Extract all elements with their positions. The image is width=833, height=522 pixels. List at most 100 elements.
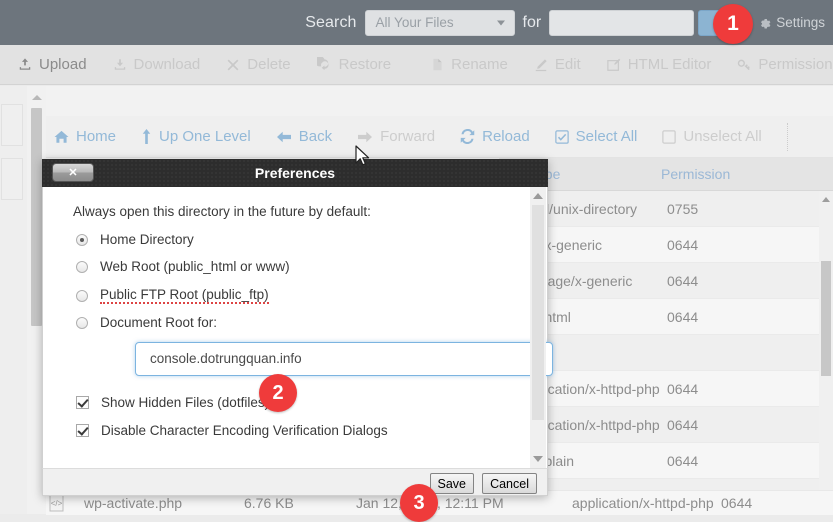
table-scroll-up-icon[interactable] (822, 197, 830, 202)
html-editor-label: HTML Editor (628, 56, 712, 73)
nav-back-label: Back (299, 128, 332, 145)
checkbox-show-hidden-files[interactable]: Show Hidden Files (dotfiles) (76, 395, 269, 410)
nav-select-all-label: Select All (576, 128, 638, 145)
restore-button[interactable]: Restore (317, 56, 392, 73)
settings-label: Settings (776, 15, 825, 30)
cell-permission: 0755 (667, 201, 698, 217)
file-list-table: Type Permission httpd/unix-directory0755… (499, 158, 833, 514)
dialog-title-bar[interactable]: ✕ Preferences (42, 159, 548, 187)
document-root-value: console.dotrungquan.info (150, 351, 302, 366)
table-row[interactable]: application/x-httpd-php0644 (499, 407, 833, 443)
php-file-icon: </> (49, 493, 67, 513)
nav-unselect-all[interactable]: Unselect All (662, 128, 761, 145)
dialog-footer: Save Cancel (42, 468, 548, 496)
cell-type: application/x-httpd-php (572, 495, 714, 511)
radio-document-root[interactable]: Document Root for: (76, 315, 217, 330)
chevron-down-icon (497, 20, 505, 25)
scroll-up-icon[interactable] (32, 95, 42, 100)
search-scope-value: All Your Files (376, 15, 454, 30)
search-input[interactable] (549, 10, 694, 36)
document-root-select[interactable]: console.dotrungquan.info (135, 342, 553, 376)
rename-button[interactable]: Rename (431, 56, 508, 73)
nav-back[interactable]: Back (276, 128, 332, 145)
upload-button[interactable]: Upload (18, 56, 87, 73)
radio-empty-icon[interactable] (76, 317, 88, 329)
gutter-box-2 (1, 158, 23, 200)
table-row[interactable]: httpd/unix-directory0755 (499, 191, 833, 227)
file-size: 6.76 KB (244, 495, 294, 511)
download-label: Download (134, 56, 201, 73)
restore-label: Restore (339, 56, 392, 73)
nav-up-one-level[interactable]: Up One Level (141, 128, 251, 145)
top-search-bar: Search All Your Files for Go Settings (0, 0, 833, 45)
nav-forward[interactable]: Forward (357, 128, 435, 145)
nav-unselect-all-label: Unselect All (683, 128, 761, 145)
download-button[interactable]: Download (113, 56, 201, 73)
column-header-permission[interactable]: Permission (661, 166, 730, 182)
radio-home-directory[interactable]: Home Directory (76, 232, 194, 247)
last-row-right-cells: application/x-httpd-php 0644 (553, 490, 833, 515)
radio-public-ftp-root-label: Public FTP Root (public_ftp) (100, 287, 269, 304)
permissions-button[interactable]: Permissions (737, 56, 833, 73)
table-row[interactable]: text/html0644 (499, 299, 833, 335)
table-row[interactable]: package/x-generic0644 (499, 263, 833, 299)
checkbox-disable-encoding-dialogs-label: Disable Character Encoding Verification … (101, 423, 388, 438)
mouse-cursor-icon (355, 145, 371, 169)
save-button[interactable]: Save (430, 473, 475, 494)
edit-button[interactable]: Edit (534, 56, 581, 73)
radio-public-ftp-root[interactable]: Public FTP Root (public_ftp) (76, 287, 269, 304)
dialog-scrollbar-thumb[interactable] (532, 205, 544, 420)
gear-icon (758, 16, 771, 29)
preferences-dialog: ✕ Preferences Always open this directory… (42, 159, 548, 496)
cell-permission: 0644 (667, 309, 698, 325)
cell-permission: 0644 (667, 237, 698, 253)
table-row[interactable]: text/plain0644 (499, 443, 833, 479)
search-scope-select[interactable]: All Your Files (365, 10, 515, 36)
table-row[interactable]: application/x-httpd-php0644 (499, 371, 833, 407)
delete-button[interactable]: Delete (226, 56, 290, 73)
checkbox-show-hidden-files-label: Show Hidden Files (dotfiles) (101, 395, 269, 410)
upload-label: Upload (39, 56, 87, 73)
nav-up-one-level-label: Up One Level (159, 128, 251, 145)
table-scrollbar-thumb[interactable] (821, 261, 831, 376)
scroll-down-icon[interactable] (533, 456, 543, 462)
cell-permission: 0644 (721, 495, 752, 511)
svg-text:</>: </> (51, 499, 63, 508)
for-label: for (523, 14, 542, 32)
dialog-scrollbar[interactable] (530, 187, 546, 468)
cell-permission: 0644 (667, 417, 698, 433)
checkbox-disable-encoding-dialogs[interactable]: Disable Character Encoding Verification … (76, 423, 388, 438)
settings-button[interactable]: Settings (758, 15, 825, 30)
cell-permission: 0644 (667, 273, 698, 289)
edit-label: Edit (555, 56, 581, 73)
nav-home[interactable]: Home (54, 128, 116, 145)
radio-empty-icon[interactable] (76, 261, 88, 273)
file-name: wp-activate.php (84, 495, 182, 511)
left-gutter (0, 86, 27, 514)
html-editor-button[interactable]: HTML Editor (607, 56, 712, 73)
step-badge-1: 1 (713, 4, 753, 44)
step-badge-3: 3 (400, 484, 438, 522)
checkbox-checked-icon[interactable] (76, 396, 89, 409)
nav-divider (787, 123, 789, 151)
file-table-scrollbar[interactable] (819, 191, 833, 514)
dialog-title: Preferences (42, 165, 548, 181)
radio-web-root[interactable]: Web Root (public_html or www) (76, 259, 290, 274)
scroll-up-icon[interactable] (533, 193, 543, 199)
radio-selected-icon[interactable] (76, 234, 88, 246)
rename-label: Rename (451, 56, 508, 73)
nav-home-label: Home (76, 128, 116, 145)
cancel-button[interactable]: Cancel (482, 473, 537, 494)
checkbox-checked-icon[interactable] (76, 424, 89, 437)
dialog-body: Always open this directory in the future… (42, 187, 548, 468)
radio-empty-icon[interactable] (76, 290, 88, 302)
radio-document-root-label: Document Root for: (100, 315, 217, 330)
file-table-header: Type Permission (499, 158, 833, 191)
nav-reload[interactable]: Reload (460, 128, 530, 145)
table-row[interactable]: text/x-generic0644 (499, 227, 833, 263)
scrollbar-thumb[interactable] (31, 108, 42, 326)
file-navigation-bar: Home Up One Level Back Forward Reload Se… (46, 116, 833, 158)
nav-select-all[interactable]: Select All (555, 128, 638, 145)
nav-forward-label: Forward (380, 128, 435, 145)
cell-permission: 0644 (667, 381, 698, 397)
